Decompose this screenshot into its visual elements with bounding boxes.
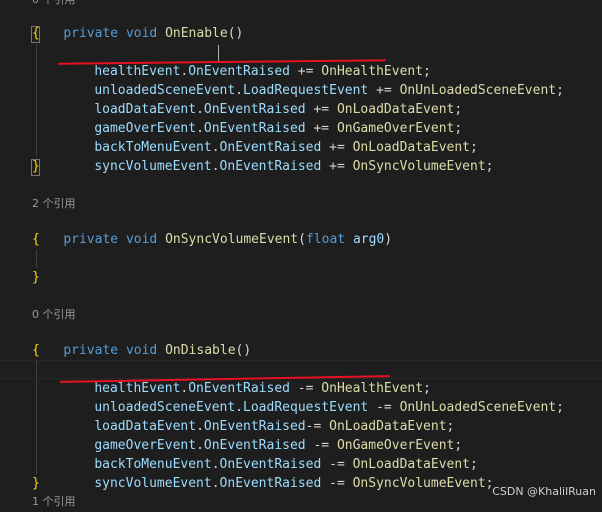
parens: () — [227, 26, 244, 41]
method-signature-onenable: private void OnEnable() — [32, 5, 243, 41]
indent-guide — [36, 250, 37, 268]
code-editor[interactable]: 0 个引用 private void OnEnable() { healthEv… — [0, 0, 602, 508]
code-lens-refs[interactable]: 1 个引用 — [32, 492, 76, 511]
open-brace: { — [32, 232, 40, 247]
statement-line: loadDataEvent.OnEventRaised += OnLoadDat… — [94, 102, 463, 117]
method-signature-onsyncvolumeevent: private void OnSyncVolumeEvent(float arg… — [63, 232, 393, 247]
statement-line: unloadedSceneEvent.LoadRequestEvent -= O… — [94, 400, 564, 415]
statement-line: gameOverEvent.OnEventRaised -= OnGameOve… — [94, 438, 463, 453]
text-cursor — [218, 45, 219, 61]
statement-line: syncVolumeEvent.OnEventRaised += OnSyncV… — [94, 159, 494, 174]
statement-line: syncVolumeEvent.OnEventRaised -= OnSyncV… — [94, 476, 494, 491]
method-signature-ondisable: private void OnDisable() — [63, 343, 252, 358]
statement-line: gameOverEvent.OnEventRaised += OnGameOve… — [94, 121, 463, 136]
open-brace: { — [32, 26, 40, 41]
keyword: private — [63, 26, 119, 41]
close-brace: } — [32, 159, 40, 174]
keyword: void — [125, 26, 158, 41]
statement-line: backToMenuEvent.OnEventRaised += OnLoadD… — [94, 140, 478, 155]
watermark: CSDN @KhalilRuan — [492, 485, 596, 498]
close-brace: } — [32, 476, 40, 491]
statement-line: unloadedSceneEvent.LoadRequestEvent += O… — [94, 83, 564, 98]
close-brace: } — [32, 270, 40, 285]
indent-guide — [36, 44, 37, 157]
open-brace: { — [32, 343, 40, 358]
statement-line: loadDataEvent.OnEventRaised-= OnLoadData… — [94, 419, 455, 434]
method-name: OnEnable — [165, 26, 228, 41]
statement-line: backToMenuEvent.OnEventRaised -= OnLoadD… — [94, 457, 478, 472]
